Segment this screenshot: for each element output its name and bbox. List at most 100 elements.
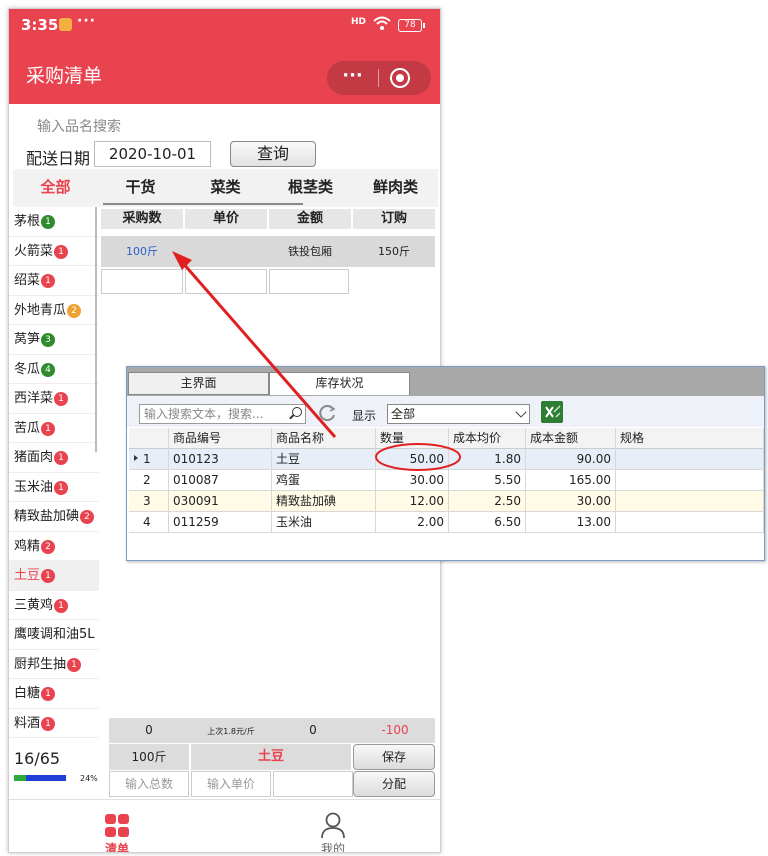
- item-name: 鸡精: [14, 538, 41, 554]
- column-header[interactable]: 商品编号: [169, 428, 272, 449]
- count-badge: 1: [41, 215, 56, 229]
- excel-export-icon[interactable]: [541, 401, 563, 423]
- cell-spec: [616, 470, 764, 491]
- capsule-divider: [378, 69, 379, 87]
- column-header[interactable]: 成本金额: [526, 428, 616, 449]
- selected-qty: 100斤: [109, 744, 189, 770]
- list-item[interactable]: 猪面肉 1: [9, 443, 99, 473]
- list-item[interactable]: 莴笋 3: [9, 325, 99, 355]
- summary-value-b: 0: [309, 723, 317, 737]
- count-badge: 1: [41, 421, 56, 436]
- close-target-icon[interactable]: [390, 68, 410, 88]
- query-button[interactable]: 查询: [230, 141, 316, 167]
- column-header[interactable]: 规格: [616, 428, 764, 449]
- tab-all[interactable]: 全部: [13, 169, 98, 207]
- column-header: 订购: [353, 209, 435, 229]
- column-header[interactable]: 商品名称: [272, 428, 376, 449]
- column-header[interactable]: 成本均价: [449, 428, 526, 449]
- assign-button[interactable]: 分配: [353, 771, 435, 797]
- count-badge: 2: [67, 303, 82, 318]
- order-table-header: 采购数 单价 金额 订购: [101, 209, 435, 229]
- tab-fresh-meat[interactable]: 鲜肉类: [353, 169, 438, 207]
- column-header: [129, 428, 169, 449]
- tab-dry-goods[interactable]: 干货: [98, 169, 183, 207]
- grid-icon: [105, 814, 129, 837]
- count-badge: 2: [41, 539, 56, 554]
- progress-fill: [14, 775, 27, 781]
- count-badge: 1: [54, 392, 69, 406]
- filter-select-value: 全部: [391, 407, 416, 421]
- date-input[interactable]: 2020-10-01: [94, 141, 211, 167]
- cell-qty: 12.00: [376, 491, 449, 512]
- refresh-icon[interactable]: [319, 404, 337, 422]
- cell-amount: 90.00: [526, 449, 616, 470]
- search-icon[interactable]: [292, 407, 302, 417]
- search-input[interactable]: 输入品名搜索: [37, 116, 121, 136]
- count-badge: 1: [41, 687, 56, 701]
- column-header[interactable]: 数量: [376, 428, 449, 449]
- miniprogram-capsule: ···: [327, 61, 431, 95]
- cell-cost: 6.50: [449, 512, 526, 533]
- empty-input-cell[interactable]: [269, 269, 349, 294]
- order-row[interactable]: 100斤 铁投包厢 150斤: [101, 236, 435, 267]
- table-row[interactable]: 4 011259 玉米油 2.00 6.50 13.00: [129, 512, 764, 533]
- cell-spec: [616, 512, 764, 533]
- summary-row: 0 上次1.8元/斤 0 -100: [109, 718, 435, 743]
- list-item[interactable]: 土豆 1: [9, 561, 99, 591]
- extra-input[interactable]: [273, 771, 353, 797]
- save-button[interactable]: 保存: [353, 744, 435, 770]
- cell-spec: [616, 491, 764, 512]
- empty-input-cell[interactable]: [185, 269, 267, 294]
- tab-stock-status[interactable]: 库存状况: [269, 372, 410, 395]
- list-item[interactable]: 鹰唛调和油5L: [9, 620, 99, 650]
- input-row: 输入总数 输入单价 分配: [109, 771, 435, 797]
- list-item[interactable]: 茅根 1: [9, 207, 99, 237]
- order-qty[interactable]: 100斤: [101, 236, 183, 267]
- list-item[interactable]: 精致盐加碘 2: [9, 502, 99, 532]
- list-scrollbar[interactable]: [95, 207, 97, 452]
- list-item[interactable]: 苦瓜 1: [9, 414, 99, 443]
- more-icon[interactable]: ···: [327, 61, 378, 95]
- total-input[interactable]: 输入总数: [109, 771, 189, 797]
- difference-value: -100: [381, 723, 409, 737]
- empty-input-cell[interactable]: [101, 269, 183, 294]
- list-item[interactable]: 三黄鸡 1: [9, 591, 99, 620]
- app-header: 采购清单 ···: [9, 45, 440, 104]
- table-row[interactable]: 1 010123 土豆 50.00 1.80 90.00: [129, 449, 764, 470]
- item-name: 莴笋: [14, 332, 41, 347]
- list-item[interactable]: 冬瓜 4: [9, 355, 99, 384]
- cell-spec: [616, 449, 764, 470]
- item-name: 西洋菜: [14, 391, 54, 406]
- tab-main-screen[interactable]: 主界面: [128, 372, 269, 395]
- grid-header-row: 商品编号 商品名称 数量 成本均价 成本金额 规格: [129, 428, 764, 449]
- order-price[interactable]: [185, 236, 267, 267]
- item-name: 鹰唛调和油5L: [14, 627, 95, 642]
- tab-label: 清单: [104, 842, 129, 853]
- list-item[interactable]: 鸡精 2: [9, 532, 99, 561]
- tab-list[interactable]: 清单: [77, 800, 157, 853]
- list-item[interactable]: 玉米油 1: [9, 473, 99, 502]
- list-item[interactable]: 绍菜 1: [9, 266, 99, 296]
- unit-price-input[interactable]: 输入单价: [191, 771, 271, 797]
- tab-vegetables[interactable]: 菜类: [183, 169, 268, 207]
- list-item[interactable]: 厨邦生抽 1: [9, 650, 99, 679]
- filter-select[interactable]: 全部: [387, 404, 530, 424]
- item-name: 猪面肉: [14, 450, 54, 465]
- count-badge: 4: [41, 362, 56, 377]
- list-item[interactable]: 西洋菜 1: [9, 384, 99, 414]
- table-row[interactable]: 3 030091 精致盐加碘 12.00 2.50 30.00: [129, 491, 764, 512]
- show-label: 显示: [352, 409, 377, 423]
- tab-root-vegetables[interactable]: 根茎类: [268, 169, 353, 207]
- item-name: 火箭菜: [14, 243, 54, 259]
- table-row[interactable]: 2 010087 鸡蛋 30.00 5.50 165.00: [129, 470, 764, 491]
- tab-me[interactable]: 我的: [293, 800, 373, 852]
- list-item[interactable]: 火箭菜 1: [9, 237, 99, 266]
- list-item[interactable]: 白糖 1: [9, 679, 99, 709]
- list-item[interactable]: 料酒 1: [9, 709, 99, 738]
- cell-code: 030091: [169, 491, 272, 512]
- inventory-window: 主界面 库存状况 输入搜索文本，搜索... 显示 全部 商品编号 商品名称 数量…: [126, 366, 765, 561]
- inventory-search-input[interactable]: 输入搜索文本，搜索...: [139, 404, 306, 424]
- column-header: 采购数: [101, 209, 183, 229]
- order-amount: 铁投包厢: [288, 245, 332, 258]
- list-item[interactable]: 外地青瓜 2: [9, 296, 99, 325]
